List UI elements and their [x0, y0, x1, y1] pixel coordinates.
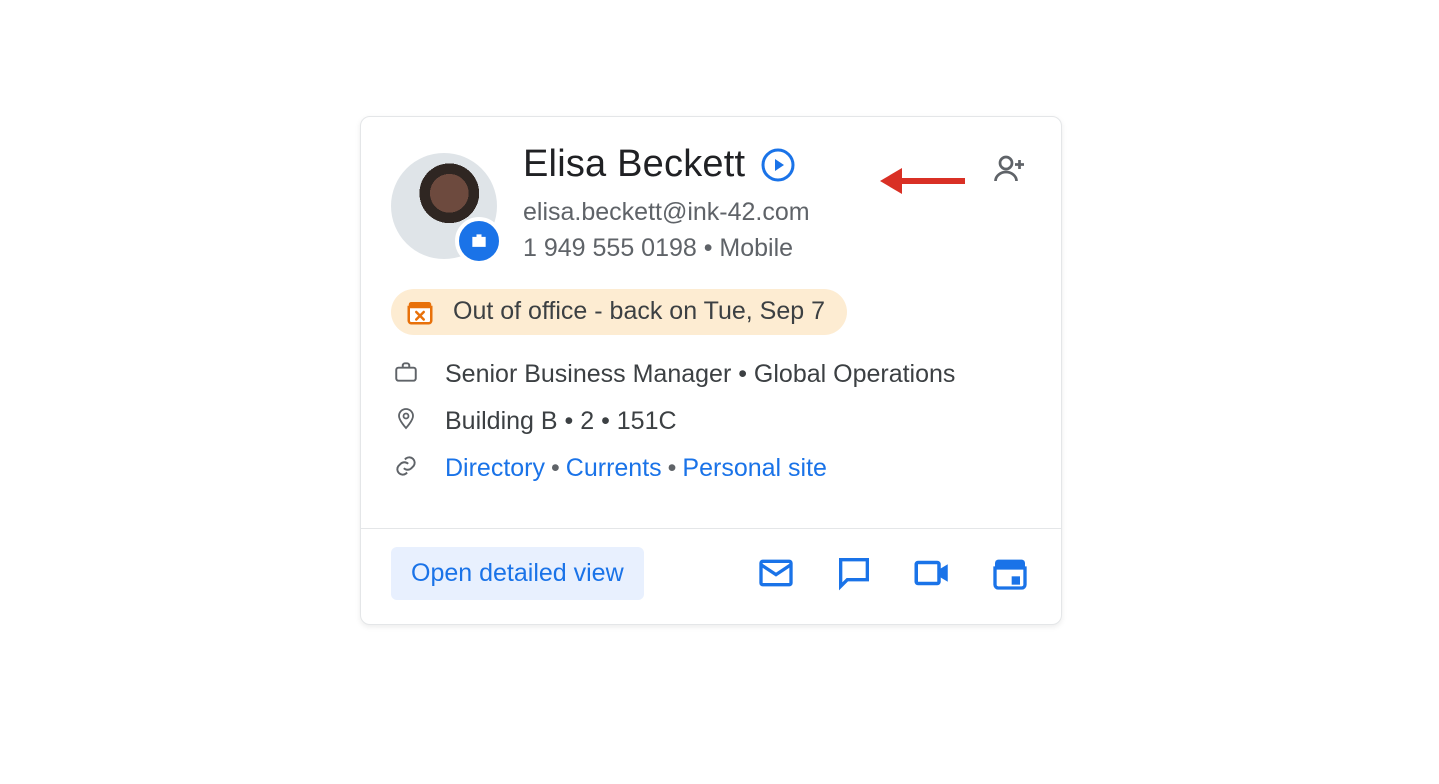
start-video-button[interactable]: [911, 552, 953, 594]
briefcase-outline-icon: [391, 357, 421, 385]
contact-card: Elisa Beckett elisa.beckett@ink-42.com 1…: [360, 116, 1062, 625]
briefcase-icon: [469, 231, 489, 251]
link-icon: [391, 451, 421, 479]
avatar-badge: [455, 217, 503, 265]
links-row: Directory•Currents•Personal site: [391, 451, 1031, 486]
status-text: Out of office - back on Tue, Sep 7: [453, 297, 825, 326]
status-pill: Out of office - back on Tue, Sep 7: [391, 289, 847, 335]
link-directory[interactable]: Directory: [445, 454, 545, 482]
person-phone[interactable]: 1 949 555 0198 • Mobile: [523, 230, 1031, 266]
person-name: Elisa Beckett: [523, 143, 745, 186]
pronounce-name-button[interactable]: [759, 146, 797, 184]
send-chat-button[interactable]: [833, 552, 875, 594]
schedule-event-button[interactable]: [989, 552, 1031, 594]
job-row: Senior Business Manager • Global Operati…: [391, 357, 1031, 392]
add-contact-button[interactable]: [987, 147, 1031, 191]
footer-actions: [755, 552, 1031, 594]
calendar-x-icon: [405, 297, 435, 327]
link-currents[interactable]: Currents: [566, 454, 662, 482]
calendar-icon: [990, 553, 1030, 593]
chat-icon: [834, 553, 874, 593]
open-detailed-view-button[interactable]: Open detailed view: [391, 547, 644, 600]
send-email-button[interactable]: [755, 552, 797, 594]
person-email[interactable]: elisa.beckett@ink-42.com: [523, 194, 1031, 230]
location-row: Building B • 2 • 151C: [391, 404, 1031, 439]
mail-icon: [756, 553, 796, 593]
add-person-icon: [991, 151, 1027, 187]
play-circle-icon: [760, 147, 796, 183]
link-personal[interactable]: Personal site: [682, 454, 827, 482]
video-icon: [911, 551, 953, 595]
avatar: [391, 153, 497, 259]
location-pin-icon: [391, 404, 421, 430]
location-text: Building B • 2 • 151C: [445, 404, 1031, 439]
job-text: Senior Business Manager • Global Operati…: [445, 357, 1031, 392]
